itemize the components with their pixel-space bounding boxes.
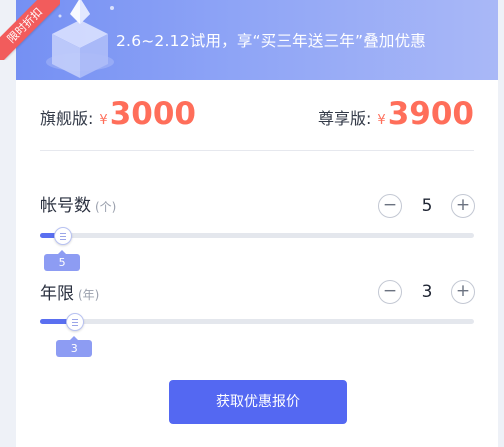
accounts-stepper[interactable]: − 5 +	[378, 194, 475, 218]
years-plus-button[interactable]: +	[451, 280, 475, 304]
accounts-slider-knob[interactable]	[54, 227, 73, 245]
years-stepper[interactable]: − 3 +	[378, 280, 475, 304]
accounts-minus-button[interactable]: −	[378, 194, 402, 218]
accounts-label: 帐号数 (个)	[40, 191, 116, 216]
accounts-value: 5	[421, 196, 433, 216]
years-label-text: 年限	[40, 284, 74, 304]
premium-label: 尊享版:	[318, 109, 372, 128]
premium-currency: ¥	[377, 113, 386, 128]
flagship-price: 旗舰版: ¥ 3000	[40, 96, 196, 132]
promo-banner: 2.6~2.12试用，享“买三年送三年”叠加优惠	[16, 0, 498, 80]
premium-amount: 3900	[387, 96, 474, 132]
discount-ribbon-label: 限时折扣	[0, 0, 60, 60]
flagship-currency: ¥	[99, 113, 108, 128]
years-label: 年限 (年)	[40, 279, 99, 304]
years-value: 3	[421, 282, 433, 302]
accounts-slider[interactable]	[40, 233, 474, 238]
years-slider[interactable]	[40, 319, 474, 324]
years-unit: (年)	[78, 288, 100, 302]
promo-text: 2.6~2.12试用，享“买三年送三年”叠加优惠	[116, 32, 427, 50]
flagship-label: 旗舰版:	[40, 109, 94, 128]
accounts-label-text: 帐号数	[40, 196, 91, 216]
premium-price: 尊享版: ¥ 3900	[318, 96, 474, 132]
accounts-slider-tooltip: 5	[44, 250, 81, 271]
flagship-amount: 3000	[109, 96, 196, 132]
divider	[40, 150, 474, 151]
years-minus-button[interactable]: −	[378, 280, 402, 304]
get-quote-button[interactable]: 获取优惠报价	[169, 380, 347, 424]
years-slider-tooltip: 3	[56, 336, 93, 357]
accounts-unit: (个)	[95, 200, 117, 214]
discount-ribbon: 限时折扣	[0, 0, 60, 60]
accounts-plus-button[interactable]: +	[451, 194, 475, 218]
